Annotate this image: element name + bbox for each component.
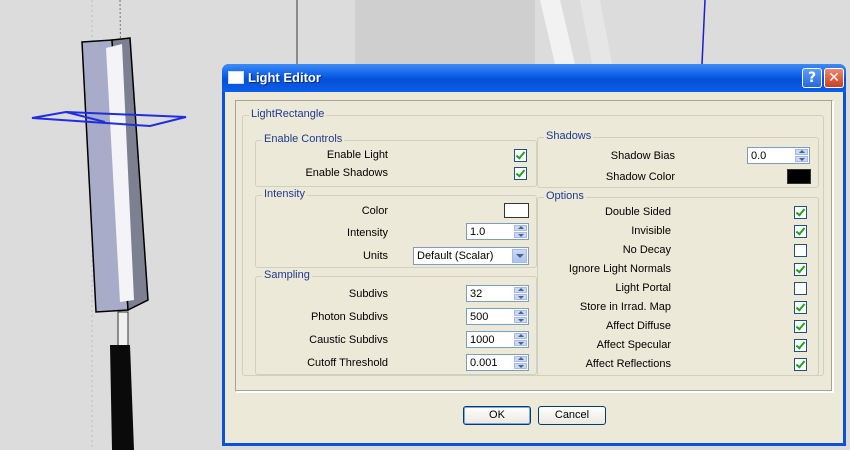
color-label: Color bbox=[361, 205, 388, 217]
no-decay-label: No Decay bbox=[622, 244, 671, 256]
double-sided-checkbox[interactable] bbox=[794, 206, 807, 219]
store-irrad-map-label: Store in Irrad. Map bbox=[579, 301, 671, 313]
affect-reflections-checkbox[interactable] bbox=[794, 358, 807, 371]
title-bar[interactable]: Light Editor ? ✕ bbox=[222, 64, 846, 92]
subdivs-field[interactable]: 32 bbox=[466, 285, 529, 302]
enable-light-label: Enable Light bbox=[326, 149, 388, 161]
affect-reflections-label: Affect Reflections bbox=[585, 358, 671, 370]
help-button[interactable]: ? bbox=[802, 68, 822, 88]
invisible-label: Invisible bbox=[631, 225, 671, 237]
units-dropdown[interactable]: Default (Scalar) bbox=[413, 247, 529, 265]
group-enable-controls-label: Enable Controls bbox=[262, 133, 345, 145]
group-options-label: Options bbox=[544, 190, 586, 202]
double-sided-label: Double Sided bbox=[604, 206, 671, 218]
group-shadows-label: Shadows bbox=[544, 130, 594, 142]
caustic-subdivs-label: Caustic Subdivs bbox=[309, 334, 388, 346]
cutoff-threshold-label: Cutoff Threshold bbox=[307, 357, 388, 369]
affect-diffuse-label: Affect Diffuse bbox=[605, 320, 671, 332]
window-title: Light Editor bbox=[248, 70, 321, 85]
group-lightrectangle-label: LightRectangle bbox=[249, 108, 327, 120]
shadow-bias-spinner[interactable] bbox=[795, 149, 808, 162]
no-decay-checkbox[interactable] bbox=[794, 244, 807, 257]
shadow-bias-field[interactable]: 0.0 bbox=[747, 147, 810, 164]
group-sampling-label: Sampling bbox=[262, 269, 312, 281]
ignore-light-normals-label: Ignore Light Normals bbox=[568, 263, 671, 275]
cancel-button[interactable]: Cancel bbox=[538, 406, 606, 425]
photon-subdivs-label: Photon Subdivs bbox=[310, 311, 388, 323]
intensity-label: Intensity bbox=[347, 227, 388, 239]
photon-subdivs-value: 500 bbox=[470, 311, 489, 323]
ok-button[interactable]: OK bbox=[463, 406, 531, 425]
enable-shadows-checkbox[interactable] bbox=[514, 167, 527, 180]
light-editor-dialog: Light Editor ? ✕ LightRectangle Enable C… bbox=[222, 64, 846, 446]
light-portal-checkbox[interactable] bbox=[794, 282, 807, 295]
light-portal-label: Light Portal bbox=[615, 282, 671, 294]
shadow-bias-label: Shadow Bias bbox=[610, 150, 675, 162]
caustic-subdivs-value: 1000 bbox=[470, 334, 495, 346]
enable-shadows-label: Enable Shadows bbox=[305, 167, 388, 179]
cutoff-threshold-field[interactable]: 0.001 bbox=[466, 354, 529, 371]
group-enable-controls: Enable Controls bbox=[255, 133, 537, 187]
affect-diffuse-checkbox[interactable] bbox=[794, 320, 807, 333]
units-value: Default (Scalar) bbox=[417, 250, 494, 262]
units-label: Units bbox=[362, 250, 388, 262]
ignore-light-normals-checkbox[interactable] bbox=[794, 263, 807, 276]
affect-specular-checkbox[interactable] bbox=[794, 339, 807, 352]
affect-specular-label: Affect Specular bbox=[596, 339, 671, 351]
enable-light-checkbox[interactable] bbox=[514, 149, 527, 162]
invisible-checkbox[interactable] bbox=[794, 225, 807, 238]
cutoff-threshold-value: 0.001 bbox=[470, 357, 498, 369]
intensity-field[interactable]: 1.0 bbox=[466, 223, 529, 240]
caustic-subdivs-field[interactable]: 1000 bbox=[466, 331, 529, 348]
shadow-color-label: Shadow Color bbox=[605, 171, 675, 183]
dialog-client: LightRectangle Enable Controls Enable Li… bbox=[225, 92, 843, 443]
window-icon bbox=[228, 71, 244, 84]
shadow-color-swatch[interactable] bbox=[787, 169, 811, 184]
group-intensity-label: Intensity bbox=[262, 188, 307, 200]
photon-subdivs-field[interactable]: 500 bbox=[466, 308, 529, 325]
subdivs-value: 32 bbox=[470, 288, 483, 300]
store-irrad-map-checkbox[interactable] bbox=[794, 301, 807, 314]
close-button[interactable]: ✕ bbox=[824, 68, 844, 88]
subdivs-label: Subdivs bbox=[348, 288, 388, 300]
shadow-bias-value: 0.0 bbox=[751, 150, 767, 162]
intensity-value: 1.0 bbox=[470, 226, 486, 238]
